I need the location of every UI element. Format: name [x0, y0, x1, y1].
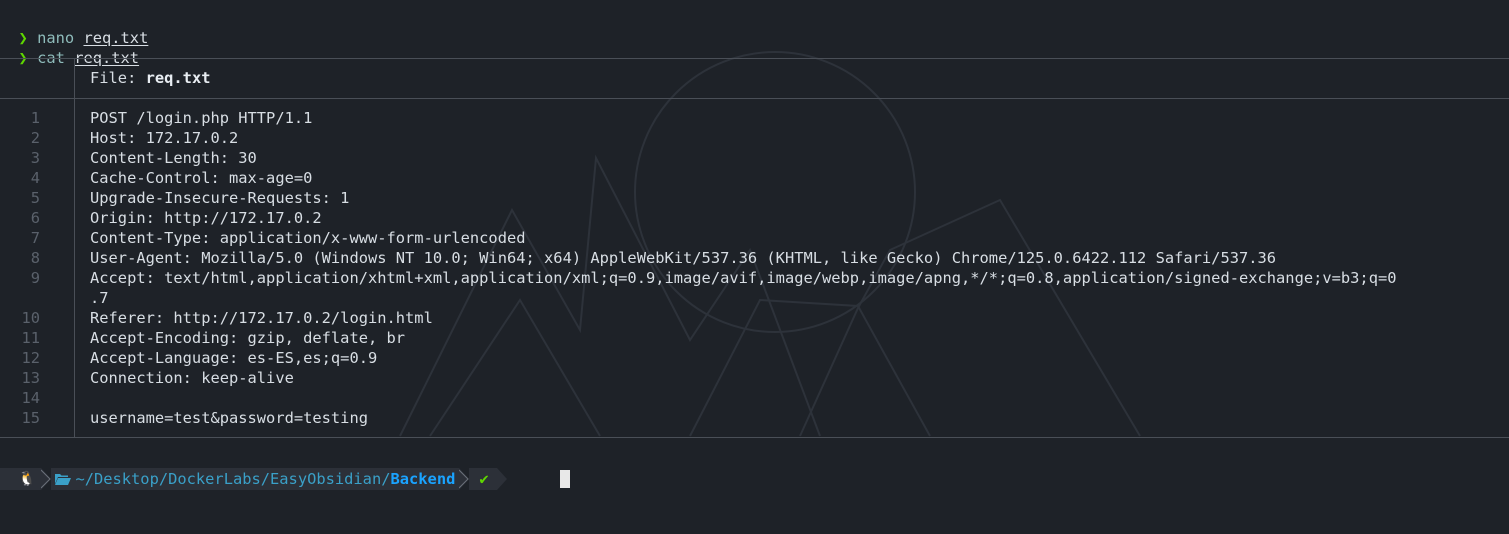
code-line: Connection: keep-alive — [90, 369, 294, 387]
line-number: 7 — [30, 229, 40, 247]
history-line: ❯ nano req.txt — [0, 8, 149, 47]
prompt-os-segment: 🐧 — [0, 468, 42, 490]
code-line: POST /login.php HTTP/1.1 — [90, 109, 313, 127]
prompt-status-segment: ✔ — [469, 468, 497, 490]
line-number: 12 — [21, 349, 40, 367]
line-number: 2 — [30, 129, 40, 147]
code-line: Referer: http://172.17.0.2/login.html — [90, 309, 433, 327]
segment-end-icon — [496, 468, 507, 490]
code-line: Origin: http://172.17.0.2 — [90, 209, 322, 227]
segment-separator-icon — [41, 468, 52, 490]
file-header-label: File: — [90, 69, 146, 87]
gutter-divider — [74, 58, 75, 98]
file-view-top-rule — [0, 58, 1509, 59]
line-number: 13 — [21, 369, 40, 387]
file-view-bottom-rule — [0, 437, 1509, 438]
line-number — [0, 288, 40, 308]
line-number: 9 — [30, 269, 40, 287]
line-number: 10 — [21, 309, 40, 327]
prompt-path-segment: ~/Desktop/DockerLabs/EasyObsidian/Backen… — [51, 468, 460, 490]
line-number: 15 — [21, 409, 40, 427]
code-line: Cache-Control: max-age=0 — [90, 169, 313, 187]
folder-open-icon — [55, 474, 72, 485]
file-header-filename: req.txt — [145, 69, 211, 87]
line-number: 11 — [21, 329, 40, 347]
history-line: ❯ cat req.txt — [0, 28, 140, 67]
code-line: Content-Length: 30 — [90, 149, 257, 167]
line-number: 4 — [30, 169, 40, 187]
code-line: .7 — [90, 289, 109, 307]
code-line: username=test&password=testing — [90, 409, 368, 427]
segment-separator-icon — [459, 468, 470, 490]
file-header: File: req.txt — [90, 68, 210, 88]
file-header-rule — [0, 98, 1509, 99]
line-number: 3 — [30, 149, 40, 167]
check-icon: ✔ — [479, 470, 489, 488]
prompt-path-prefix: ~/Desktop/DockerLabs/EasyObsidian/ — [75, 470, 391, 488]
linux-tux-icon: 🐧 — [18, 471, 36, 487]
code-line: Upgrade-Insecure-Requests: 1 — [90, 189, 350, 207]
code-line: Content-Type: application/x-www-form-url… — [90, 229, 526, 247]
terminal-cursor[interactable] — [560, 470, 570, 488]
code-line: Accept-Language: es-ES,es;q=0.9 — [90, 349, 378, 367]
code-line: Accept-Encoding: gzip, deflate, br — [90, 329, 406, 347]
code-line: User-Agent: Mozilla/5.0 (Windows NT 10.0… — [90, 249, 1277, 267]
code-line: Accept: text/html,application/xhtml+xml,… — [90, 269, 1397, 287]
prompt-path-current: Backend — [390, 470, 456, 488]
line-number: 8 — [30, 249, 40, 267]
gutter-divider — [74, 98, 75, 437]
code-line: Host: 172.17.0.2 — [90, 129, 239, 147]
line-number: 1 — [30, 109, 40, 127]
line-number: 6 — [30, 209, 40, 227]
line-number: 5 — [30, 189, 40, 207]
shell-prompt: 🐧 ~/Desktop/DockerLabs/EasyObsidian/Back… — [0, 468, 507, 490]
line-number: 14 — [21, 389, 40, 407]
